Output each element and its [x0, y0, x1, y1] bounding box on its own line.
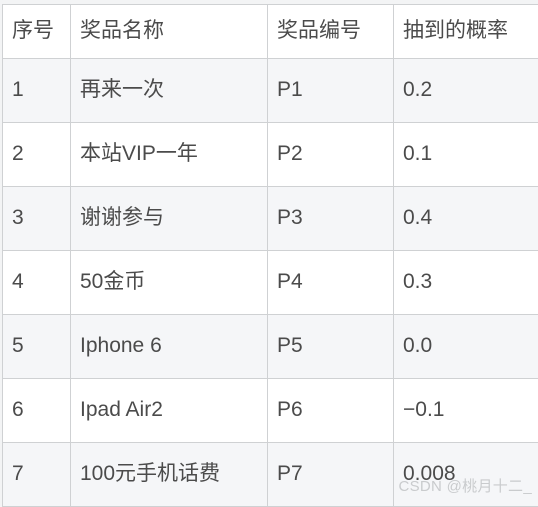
table-row: 1 再来一次 P1 0.2	[3, 59, 538, 123]
cell-index: 7	[3, 443, 71, 507]
cell-code: P1	[268, 59, 394, 123]
table-row: 4 50金币 P4 0.3	[3, 251, 538, 315]
table-row: 3 谢谢参与 P3 0.4	[3, 187, 538, 251]
prize-table: 序号 奖品名称 奖品编号 抽到的概率 1 再来一次 P1 0.2 2 本站VIP…	[2, 4, 538, 507]
table-body: 1 再来一次 P1 0.2 2 本站VIP一年 P2 0.1 3 谢谢参与 P3…	[3, 59, 538, 507]
cell-code: P7	[268, 443, 394, 507]
cell-name: 50金币	[71, 251, 268, 315]
cell-code: P6	[268, 379, 394, 443]
table-header-row: 序号 奖品名称 奖品编号 抽到的概率	[3, 5, 538, 59]
column-header-probability: 抽到的概率	[394, 5, 538, 59]
cell-probability: 0.1	[394, 123, 538, 187]
cell-probability: 0.3	[394, 251, 538, 315]
cell-probability: 0.4	[394, 187, 538, 251]
cell-probability: 0.0	[394, 315, 538, 379]
cell-index: 3	[3, 187, 71, 251]
cell-index: 6	[3, 379, 71, 443]
table-row: 2 本站VIP一年 P2 0.1	[3, 123, 538, 187]
cell-index: 4	[3, 251, 71, 315]
cell-code: P5	[268, 315, 394, 379]
cell-code: P4	[268, 251, 394, 315]
column-header-index: 序号	[3, 5, 71, 59]
table-row: 6 Ipad Air2 P6 −0.1	[3, 379, 538, 443]
cell-probability: 0.008	[394, 443, 538, 507]
cell-index: 5	[3, 315, 71, 379]
cell-name: 100元手机话费	[71, 443, 268, 507]
cell-index: 2	[3, 123, 71, 187]
table-header: 序号 奖品名称 奖品编号 抽到的概率	[3, 5, 538, 59]
cell-name: 谢谢参与	[71, 187, 268, 251]
column-header-code: 奖品编号	[268, 5, 394, 59]
prize-table-container: 序号 奖品名称 奖品编号 抽到的概率 1 再来一次 P1 0.2 2 本站VIP…	[0, 4, 538, 507]
table-row: 7 100元手机话费 P7 0.008	[3, 443, 538, 507]
cell-name: 本站VIP一年	[71, 123, 268, 187]
cell-probability: −0.1	[394, 379, 538, 443]
cell-name: Iphone 6	[71, 315, 268, 379]
table-row: 5 Iphone 6 P5 0.0	[3, 315, 538, 379]
cell-name: 再来一次	[71, 59, 268, 123]
cell-code: P2	[268, 123, 394, 187]
cell-name: Ipad Air2	[71, 379, 268, 443]
cell-code: P3	[268, 187, 394, 251]
cell-probability: 0.2	[394, 59, 538, 123]
column-header-name: 奖品名称	[71, 5, 268, 59]
cell-index: 1	[3, 59, 71, 123]
